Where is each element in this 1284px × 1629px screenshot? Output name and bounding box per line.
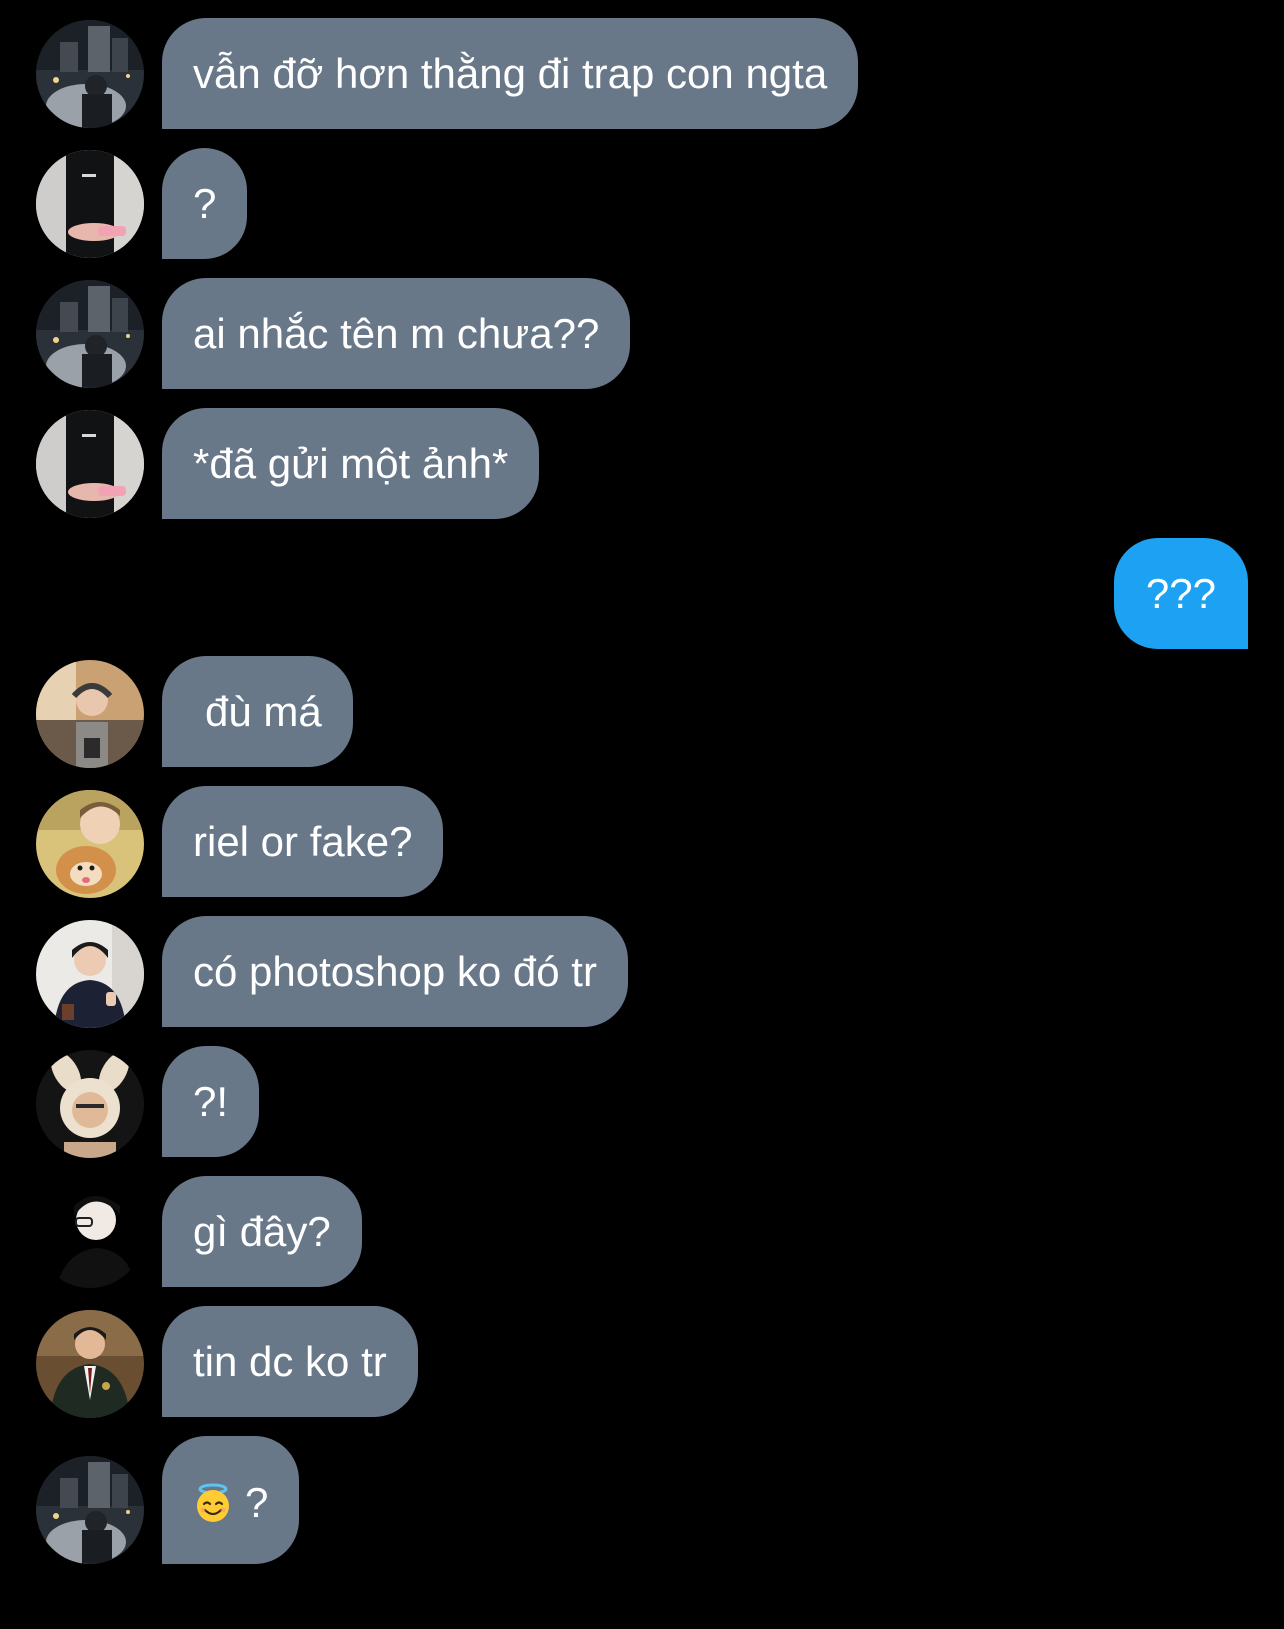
message-text: riel or fake? bbox=[193, 818, 413, 865]
message-text: ??? bbox=[1145, 570, 1216, 617]
message-bubble[interactable]: gì đây? bbox=[162, 1176, 362, 1287]
avatar-headphones[interactable] bbox=[36, 660, 144, 768]
avatar-bunny-hat[interactable] bbox=[36, 1050, 144, 1158]
message-text: ? bbox=[245, 1479, 269, 1526]
message-text: ?! bbox=[193, 1078, 229, 1125]
message-bubble[interactable]: *đã gửi một ảnh* bbox=[162, 408, 540, 519]
avatar-night-street[interactable] bbox=[36, 20, 144, 128]
message-text: ai nhắc tên m chưa?? bbox=[193, 310, 600, 357]
message-text: ? bbox=[193, 180, 217, 227]
avatar-night-street[interactable] bbox=[36, 280, 144, 388]
message-text: có photoshop ko đó tr bbox=[193, 948, 597, 995]
message-bubble[interactable]: ?! bbox=[162, 1046, 260, 1157]
message-bubble-outgoing[interactable]: ??? bbox=[1113, 538, 1248, 649]
avatar-profile-glasses[interactable] bbox=[36, 1180, 144, 1288]
avatar-with-dog[interactable] bbox=[36, 790, 144, 898]
message-bubble[interactable]: có photoshop ko đó tr bbox=[162, 916, 628, 1027]
message-text: gì đây? bbox=[193, 1208, 331, 1255]
avatar-thumbs-up[interactable] bbox=[36, 920, 144, 1028]
message-bubble[interactable]: riel or fake? bbox=[162, 786, 444, 897]
message-bubble[interactable]: vẫn đỡ hơn thằng đi trap con ngta bbox=[162, 18, 859, 129]
avatar-black-hoodie[interactable] bbox=[36, 150, 144, 258]
message-text: đù má bbox=[205, 688, 322, 735]
message-bubble[interactable]: tin dc ko tr bbox=[162, 1306, 418, 1417]
message-bubble[interactable]: ? bbox=[162, 1436, 300, 1564]
message-bubble[interactable]: ai nhắc tên m chưa?? bbox=[162, 278, 631, 389]
avatar-night-street[interactable] bbox=[36, 1456, 144, 1564]
message-text: vẫn đỡ hơn thằng đi trap con ngta bbox=[193, 50, 828, 97]
smiling-face-with-halo-icon bbox=[193, 1483, 233, 1523]
avatar-black-hoodie[interactable] bbox=[36, 410, 144, 518]
message-text: *đã gửi một ảnh* bbox=[193, 440, 509, 487]
message-bubble[interactable]: ? bbox=[162, 148, 248, 259]
avatar-suit[interactable] bbox=[36, 1310, 144, 1418]
message-text: tin dc ko tr bbox=[193, 1338, 387, 1385]
message-bubble[interactable]: đù má bbox=[162, 656, 353, 767]
